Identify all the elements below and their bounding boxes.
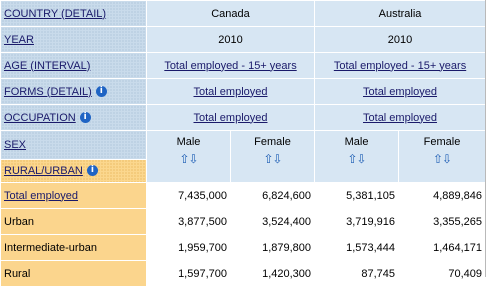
dimension-country-label[interactable]: COUNTRY (DETAIL)	[4, 8, 106, 20]
header-row-year: YEAR 2010 2010	[0, 26, 486, 53]
table-row: Total employed 7,435,000 6,824,600 5,381…	[0, 182, 486, 209]
data-cell: 70,409	[398, 260, 486, 287]
age-canada-link[interactable]: Total employed - 15+ years	[164, 60, 296, 72]
data-cell: 6,824,600	[229, 182, 316, 209]
info-icon[interactable]: i	[79, 112, 91, 124]
header-row-age: AGE (INTERVAL) Total employed - 15+ year…	[0, 52, 486, 79]
data-cell: 7,435,000	[146, 182, 231, 209]
sex-label: Male	[176, 136, 201, 148]
sex-label: Female	[254, 136, 291, 148]
year-australia: 2010	[314, 26, 486, 53]
dimension-year[interactable]: YEAR	[0, 26, 147, 53]
data-cell: 3,877,500	[146, 208, 231, 235]
sex-label: Female	[423, 136, 461, 148]
row-label-urban: Urban	[0, 208, 147, 235]
data-cell: 1,573,444	[314, 234, 400, 261]
row-label-rural: Rural	[0, 260, 147, 287]
pivot-table: COUNTRY (DETAIL) Canada Australia YEAR 2…	[0, 0, 486, 287]
info-icon[interactable]: i	[95, 86, 107, 98]
data-cell: 1,597,700	[146, 260, 231, 287]
country-canada: Canada	[145, 0, 316, 27]
forms-australia-link[interactable]: Total employed	[363, 86, 437, 98]
dimension-occupation[interactable]: OCCUPATION i	[0, 104, 147, 131]
dimension-rural-urban-label[interactable]: RURAL/URBAN	[4, 165, 83, 177]
table-row: Intermediate-urban 1,959,700 1,879,800 1…	[0, 234, 486, 261]
header-row-sex: SEX Male ⇧⇩ Female ⇧⇩ Male ⇧⇩ Female ⇧⇩	[0, 130, 486, 183]
dimension-forms-label[interactable]: FORMS (DETAIL)	[4, 86, 92, 98]
dimension-year-label[interactable]: YEAR	[4, 34, 34, 46]
dimension-sex[interactable]: SEX	[0, 130, 147, 160]
dimension-occupation-label[interactable]: OCCUPATION	[4, 112, 76, 124]
country-australia: Australia	[314, 0, 486, 27]
data-cell: 3,524,400	[229, 208, 316, 235]
dimension-age-label[interactable]: AGE (INTERVAL)	[4, 60, 90, 72]
data-cell: 1,959,700	[146, 234, 231, 261]
occupation-canada-link[interactable]: Total employed	[194, 112, 268, 124]
dimension-forms[interactable]: FORMS (DETAIL) i	[0, 78, 147, 105]
forms-australia[interactable]: Total employed	[314, 78, 486, 105]
row-label-total-employed[interactable]: Total employed	[0, 182, 147, 209]
data-cell: 3,719,916	[314, 208, 400, 235]
forms-canada-link[interactable]: Total employed	[194, 86, 268, 98]
sex-label: Male	[344, 136, 369, 148]
row-label-link[interactable]: Total employed	[4, 190, 78, 202]
age-australia[interactable]: Total employed - 15+ years	[314, 52, 486, 79]
data-cell: 87,745	[314, 260, 400, 287]
data-cell: 3,355,265	[398, 208, 486, 235]
sex-male-canada: Male ⇧⇩	[146, 130, 231, 183]
sex-female-australia: Female ⇧⇩	[398, 130, 486, 183]
data-cell: 5,381,105	[314, 182, 400, 209]
dimension-country[interactable]: COUNTRY (DETAIL)	[0, 0, 147, 27]
data-cell: 1,464,171	[398, 234, 486, 261]
age-canada[interactable]: Total employed - 15+ years	[145, 52, 316, 79]
data-cell: 1,879,800	[229, 234, 316, 261]
year-canada: 2010	[145, 26, 316, 53]
sort-arrows-icon[interactable]: ⇧⇩	[347, 152, 366, 166]
table-row: Rural 1,597,700 1,420,300 87,745 70,409	[0, 260, 486, 287]
header-row-forms: FORMS (DETAIL) i Total employed Total emp…	[0, 78, 486, 105]
sex-male-australia: Male ⇧⇩	[314, 130, 400, 183]
data-cell: 1,420,300	[229, 260, 316, 287]
info-icon[interactable]: i	[86, 165, 98, 177]
row-label-intermediate-urban: Intermediate-urban	[0, 234, 147, 261]
sort-arrows-icon[interactable]: ⇧⇩	[263, 152, 282, 166]
sort-arrows-icon[interactable]: ⇧⇩	[179, 152, 198, 166]
occupation-australia-link[interactable]: Total employed	[363, 112, 437, 124]
dimension-sex-label[interactable]: SEX	[4, 139, 26, 151]
pivot-table-container: COUNTRY (DETAIL) Canada Australia YEAR 2…	[0, 0, 486, 287]
header-row-occupation: OCCUPATION i Total employed Total employe…	[0, 104, 486, 131]
data-cell: 4,889,846	[398, 182, 486, 209]
table-row: Urban 3,877,500 3,524,400 3,719,916 3,35…	[0, 208, 486, 235]
age-australia-link[interactable]: Total employed - 15+ years	[334, 60, 466, 72]
occupation-australia[interactable]: Total employed	[314, 104, 486, 131]
sex-female-canada: Female ⇧⇩	[229, 130, 316, 183]
dimension-rural-urban[interactable]: RURAL/URBAN i	[0, 158, 147, 184]
header-row-country: COUNTRY (DETAIL) Canada Australia	[0, 0, 486, 27]
dimension-age[interactable]: AGE (INTERVAL)	[0, 52, 147, 79]
occupation-canada[interactable]: Total employed	[145, 104, 316, 131]
sort-arrows-icon[interactable]: ⇧⇩	[433, 152, 452, 166]
forms-canada[interactable]: Total employed	[145, 78, 316, 105]
